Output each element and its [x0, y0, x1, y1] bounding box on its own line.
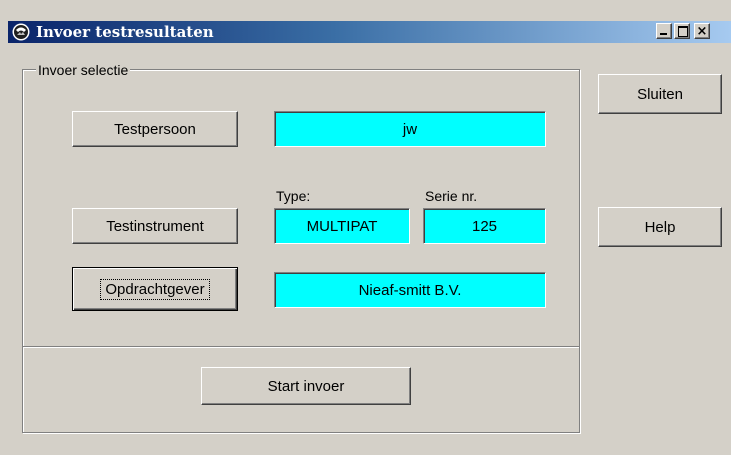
help-button[interactable]: Help: [598, 207, 722, 247]
serie-nr-value: 125: [471, 217, 498, 235]
dialog-window: Invoer testresultaten × Invoer selectie …: [0, 0, 731, 455]
minimize-button[interactable]: [656, 23, 672, 39]
help-button-label: Help: [644, 218, 676, 236]
opdrachtgever-value: Nieaf-smitt B.V.: [358, 281, 462, 299]
testpersoon-field: jw: [274, 111, 546, 147]
app-icon: [12, 23, 30, 41]
maximize-icon: [678, 26, 688, 37]
title-bar[interactable]: Invoer testresultaten ×: [8, 21, 731, 43]
minimize-icon: [660, 33, 667, 35]
sluiten-button[interactable]: Sluiten: [598, 74, 722, 114]
type-field: MULTIPAT: [274, 208, 410, 244]
testpersoon-button-label: Testpersoon: [114, 120, 196, 138]
close-icon: ×: [696, 24, 708, 39]
window-title: Invoer testresultaten: [36, 23, 214, 41]
maximize-button[interactable]: [674, 23, 690, 39]
close-button[interactable]: ×: [694, 23, 710, 39]
groupbox-legend: Invoer selectie: [36, 62, 131, 78]
testinstrument-button-label: Testinstrument: [106, 217, 204, 235]
start-invoer-button-label: Start invoer: [267, 377, 345, 395]
sluiten-button-label: Sluiten: [637, 85, 683, 103]
start-invoer-button[interactable]: Start invoer: [201, 367, 411, 405]
opdrachtgever-field: Nieaf-smitt B.V.: [274, 272, 546, 308]
serie-nr-label: Serie nr.: [425, 188, 478, 204]
testinstrument-button[interactable]: Testinstrument: [72, 208, 238, 244]
type-label: Type:: [276, 188, 311, 204]
opdrachtgever-button-label: Opdrachtgever: [100, 278, 210, 300]
testpersoon-button[interactable]: Testpersoon: [72, 111, 238, 147]
type-value: MULTIPAT: [306, 217, 378, 235]
serie-nr-field: 125: [423, 208, 546, 244]
groupbox-divider: [23, 346, 579, 348]
opdrachtgever-button[interactable]: Opdrachtgever: [72, 267, 238, 311]
testpersoon-value: jw: [402, 120, 418, 138]
